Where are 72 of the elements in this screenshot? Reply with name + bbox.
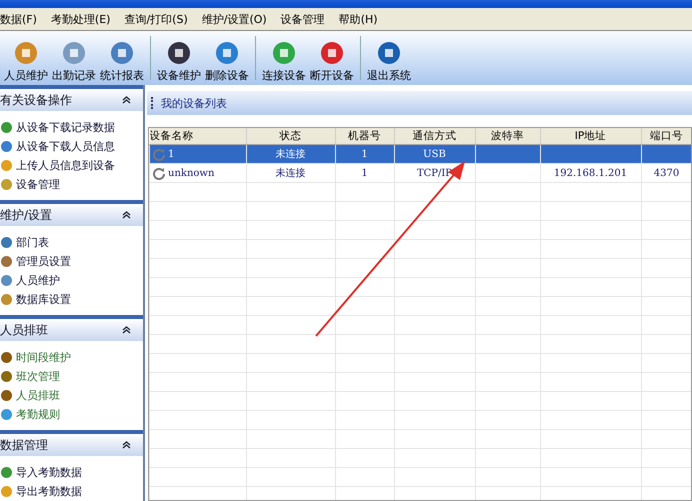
collapse-icon bbox=[122, 211, 131, 219]
collapse-icon bbox=[122, 326, 131, 334]
column-header[interactable]: 设备名称 bbox=[150, 128, 246, 144]
sidebar-item[interactable]: 上传人员信息到设备 bbox=[0, 157, 143, 173]
table-cell: 1 bbox=[361, 148, 368, 160]
grip-icon bbox=[151, 97, 155, 109]
sidebar-item[interactable]: 从设备下载人员信息 bbox=[0, 138, 143, 154]
item-icon bbox=[0, 370, 13, 382]
toolbar-button[interactable]: 人员维护 bbox=[3, 40, 49, 83]
refresh-icon bbox=[152, 147, 166, 161]
menu-item[interactable]: 帮助(H) bbox=[338, 12, 378, 26]
section-header[interactable]: 数据管理 bbox=[0, 430, 143, 456]
toolbar-button[interactable]: 删除设备 bbox=[204, 40, 250, 83]
sidebar-item[interactable]: 时间段维护 bbox=[0, 349, 143, 365]
section-header[interactable]: 人员排班 bbox=[0, 315, 143, 341]
sidebar-item[interactable]: 班次管理 bbox=[0, 368, 143, 384]
table-cell: TCP/IP bbox=[416, 168, 452, 178]
table-cell: unknown bbox=[168, 168, 214, 178]
section-header[interactable]: 维护/设置 bbox=[0, 200, 143, 226]
toolbar-button[interactable]: 断开设备 bbox=[309, 40, 355, 83]
toolbar-button[interactable]: 出勤记录 bbox=[51, 40, 97, 83]
sidebar-item[interactable]: 从设备下载记录数据 bbox=[0, 119, 143, 135]
table-cell: 192.168.1.201 bbox=[554, 168, 628, 178]
item-icon bbox=[0, 484, 13, 498]
item-icon bbox=[0, 254, 13, 268]
column-header[interactable]: 机器号 bbox=[335, 128, 394, 144]
toolbar-button[interactable]: 统计报表 bbox=[99, 40, 145, 83]
toolbar-button[interactable]: 设备维护 bbox=[156, 40, 202, 83]
collapse-icon bbox=[122, 96, 131, 104]
item-icon bbox=[0, 388, 13, 402]
toolbar-button[interactable]: 退出系统 bbox=[366, 40, 412, 83]
item-icon bbox=[0, 408, 13, 420]
sidebar-item[interactable]: 数据库设置 bbox=[0, 291, 143, 307]
item-icon bbox=[0, 120, 13, 134]
table-cell: 4370 bbox=[654, 168, 680, 178]
table-cell: 未连接 bbox=[276, 149, 306, 160]
item-icon bbox=[0, 466, 13, 478]
column-header[interactable]: IP地址 bbox=[540, 128, 641, 144]
sidebar-item[interactable]: 导入考勤数据 bbox=[0, 464, 143, 480]
item-icon bbox=[0, 178, 13, 190]
item-icon bbox=[0, 140, 13, 152]
menu-item[interactable]: 数据(F) bbox=[0, 12, 37, 26]
menu-item[interactable]: 维护/设置(O) bbox=[202, 12, 267, 26]
item-icon bbox=[0, 236, 13, 248]
refresh-icon bbox=[152, 166, 166, 180]
column-header[interactable]: 状态 bbox=[246, 128, 335, 144]
column-header[interactable]: 波特率 bbox=[475, 128, 540, 144]
sidebar-item[interactable]: 人员排班 bbox=[0, 387, 143, 403]
sidebar-item[interactable]: 考勤规则 bbox=[0, 406, 143, 422]
table-row[interactable]: 1 未连接 1 USB bbox=[150, 144, 691, 164]
sidebar-item[interactable]: 管理员设置 bbox=[0, 253, 143, 269]
sidebar-item[interactable]: 设备管理 bbox=[0, 176, 143, 192]
table-cell: 1 bbox=[168, 148, 174, 160]
section-header[interactable]: 有关设备操作 bbox=[0, 85, 143, 111]
column-header[interactable]: 端口号 bbox=[641, 128, 691, 144]
toolbar-button[interactable]: 连接设备 bbox=[261, 40, 307, 83]
table-cell: 未连接 bbox=[276, 168, 306, 179]
item-icon bbox=[0, 274, 13, 286]
sidebar-item[interactable]: 导出考勤数据 bbox=[0, 483, 143, 499]
item-icon bbox=[0, 350, 13, 364]
table-cell: 1 bbox=[361, 168, 368, 178]
item-icon bbox=[0, 158, 13, 172]
column-header[interactable]: 通信方式 bbox=[394, 128, 475, 144]
table-cell: USB bbox=[423, 148, 446, 160]
item-icon bbox=[0, 292, 13, 306]
collapse-icon bbox=[122, 441, 131, 449]
menu-item[interactable]: 查询/打印(S) bbox=[124, 12, 188, 26]
sidebar-item[interactable]: 人员维护 bbox=[0, 272, 143, 288]
panel-title: 我的设备列表 bbox=[161, 96, 227, 110]
menu-item[interactable]: 设备管理 bbox=[280, 12, 325, 26]
menu-item[interactable]: 考勤处理(E) bbox=[50, 12, 110, 26]
sidebar-item[interactable]: 部门表 bbox=[0, 234, 143, 250]
